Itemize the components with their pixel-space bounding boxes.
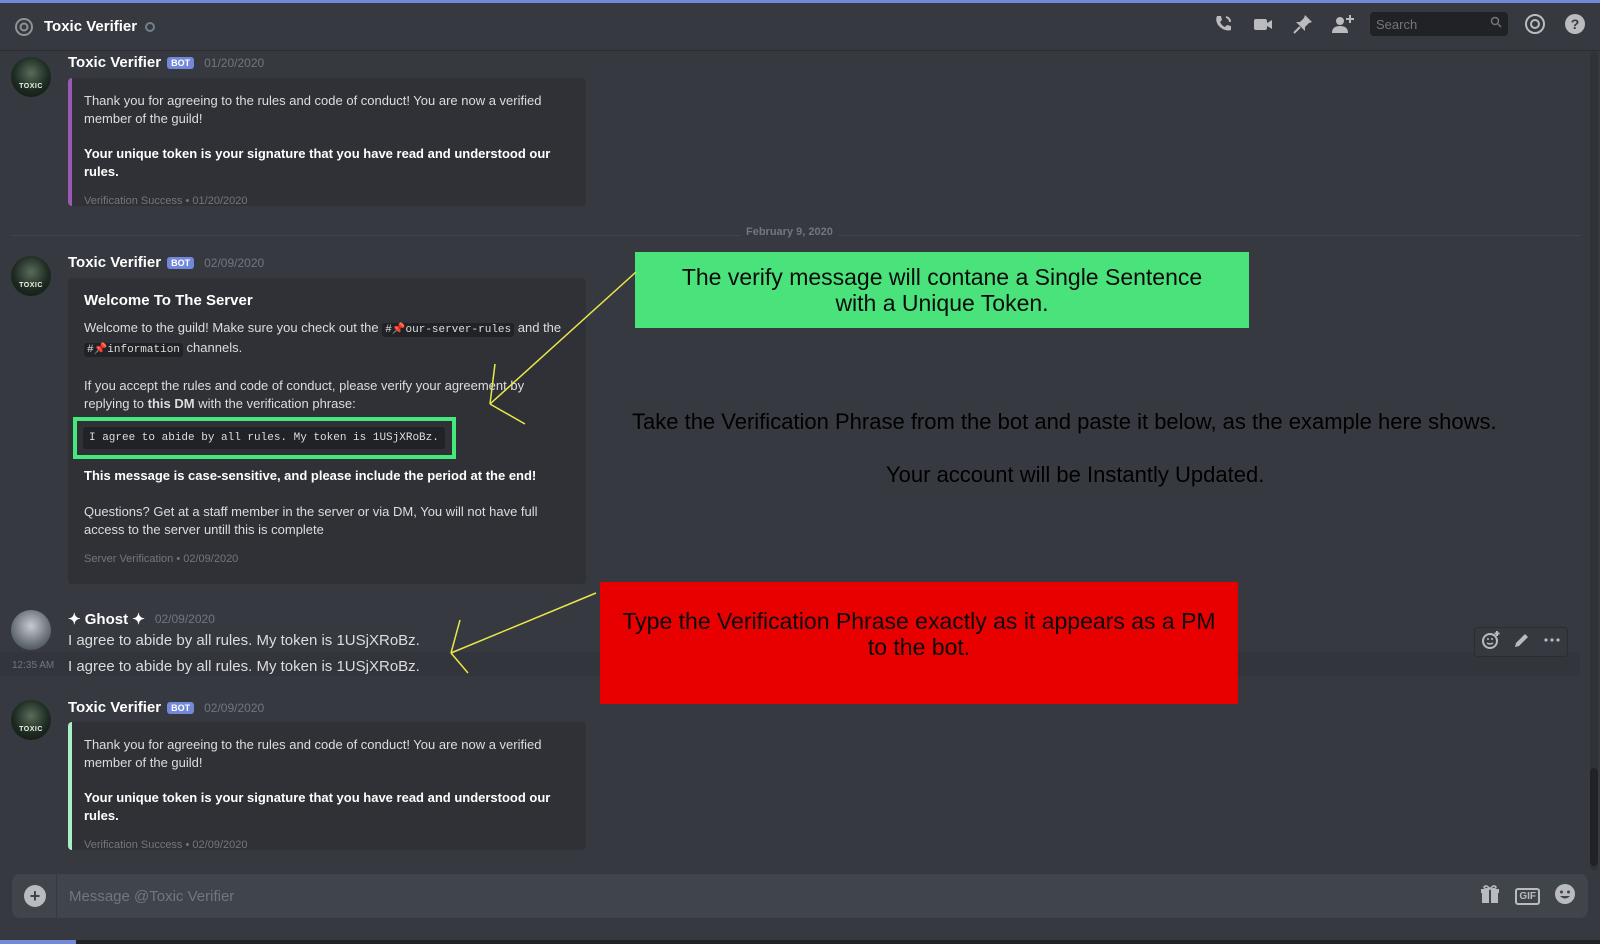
bot-badge: BOT xyxy=(167,256,195,269)
video-icon[interactable] xyxy=(1250,11,1276,37)
annotation-instruction: Take the Verification Phrase from the bo… xyxy=(632,409,1497,434)
pin-icon[interactable] xyxy=(1290,11,1316,37)
embed-verification-success: Thank you for agreeing to the rules and … xyxy=(68,78,586,207)
add-reaction-icon[interactable] xyxy=(1481,630,1501,655)
annotation-green-box: The verify message will contane a Single… xyxy=(635,252,1249,328)
channel-title: Toxic Verifier xyxy=(44,18,138,35)
timestamp: 02/09/2020 xyxy=(204,700,265,715)
username[interactable]: Toxic Verifier xyxy=(68,254,161,271)
mention-icon[interactable] xyxy=(1522,11,1548,37)
embed-footer: Server Verification • 02/09/2020 xyxy=(84,553,239,565)
scrollbar-thumb[interactable] xyxy=(1590,768,1598,866)
gift-icon[interactable] xyxy=(1479,883,1501,910)
message-composer: + GIF xyxy=(12,874,1588,918)
header-toolbar: ? xyxy=(1210,11,1588,37)
bottom-strip xyxy=(0,940,1600,944)
highlighted-phrase-box: I agree to abide by all rules. My token … xyxy=(73,417,456,459)
composer-actions: GIF xyxy=(1479,883,1576,910)
embed-case-note: This message is case-sensitive, and plea… xyxy=(84,468,537,483)
embed-verification-success: Thank you for agreeing to the rules and … xyxy=(68,722,586,851)
bot-avatar[interactable]: TOXIC xyxy=(11,57,51,97)
upload-plus-icon[interactable]: + xyxy=(24,885,46,907)
timestamp: 02/09/2020 xyxy=(204,255,265,270)
svg-text:?: ? xyxy=(1571,16,1580,32)
bottom-tab-indicator xyxy=(0,940,76,944)
timestamp: 02/09/2020 xyxy=(154,612,215,626)
message-text: I agree to abide by all rules. My token … xyxy=(68,632,420,649)
username[interactable]: Toxic Verifier xyxy=(68,54,161,71)
composer-divider xyxy=(56,874,57,918)
embed-line-channels: Welcome to the guild! Make sure you chec… xyxy=(84,320,562,357)
embed-body: Thank you for agreeing to the rules and … xyxy=(84,737,542,770)
channel-mention[interactable]: #📌information xyxy=(84,343,183,357)
embed-bold-text: Your unique token is your signature that… xyxy=(84,790,551,823)
search-icon xyxy=(1490,15,1502,33)
message-input[interactable] xyxy=(69,887,1480,905)
message-header: Toxic Verifier BOT 02/09/2020 xyxy=(68,254,264,271)
embed-bold-text: Your unique token is your signature that… xyxy=(84,146,551,179)
channel-header: Toxic Verifier ? xyxy=(0,3,1600,51)
embed-footer: Verification Success • 01/20/2020 xyxy=(84,195,248,207)
username[interactable]: Toxic Verifier xyxy=(68,699,161,716)
gif-button[interactable]: GIF xyxy=(1515,887,1540,905)
add-friend-icon[interactable] xyxy=(1330,11,1356,37)
scrollbar-track[interactable] xyxy=(1590,52,1598,870)
message-header: Toxic Verifier BOT 02/09/2020 xyxy=(68,699,264,716)
at-icon xyxy=(12,15,36,39)
timestamp: 01/20/2020 xyxy=(204,55,265,70)
embed-body: Thank you for agreeing to the rules and … xyxy=(84,93,542,126)
bot-avatar[interactable]: TOXIC xyxy=(11,256,51,296)
message-header: ✦ Ghost ✦ 02/09/2020 xyxy=(68,610,215,628)
embed-line-instructions: If you accept the rules and code of cond… xyxy=(84,378,525,411)
edit-icon[interactable] xyxy=(1513,631,1531,654)
user-avatar[interactable] xyxy=(11,610,51,650)
message-actions xyxy=(1474,627,1568,657)
help-icon[interactable]: ? xyxy=(1562,11,1588,37)
message-text: I agree to abide by all rules. My token … xyxy=(68,658,420,675)
emoji-icon[interactable] xyxy=(1554,883,1576,910)
call-icon[interactable] xyxy=(1210,11,1236,37)
hover-timestamp: 12:35 AM xyxy=(12,660,55,671)
annotation-instruction: Your account will be Instantly Updated. xyxy=(886,462,1265,487)
channel-mention[interactable]: #📌our-server-rules xyxy=(382,323,515,337)
status-icon xyxy=(145,21,156,32)
annotation-red-box: Type the Verification Phrase exactly as … xyxy=(600,582,1238,704)
verification-phrase-code: I agree to abide by all rules. My token … xyxy=(83,427,445,449)
bot-badge: BOT xyxy=(167,56,195,69)
message-header: Toxic Verifier BOT 01/20/2020 xyxy=(68,54,264,71)
search-input[interactable] xyxy=(1376,16,1486,32)
embed-title: Welcome To The Server xyxy=(84,292,253,309)
bot-avatar[interactable]: TOXIC xyxy=(11,700,51,740)
embed-footer: Verification Success • 02/09/2020 xyxy=(84,839,248,851)
username[interactable]: ✦ Ghost ✦ xyxy=(68,610,145,628)
embed-questions: Questions? Get at a staff member in the … xyxy=(84,504,538,537)
search-bar[interactable] xyxy=(1370,12,1508,36)
bot-badge: BOT xyxy=(167,701,195,714)
date-divider-label: February 9, 2020 xyxy=(740,226,839,238)
more-icon[interactable] xyxy=(1543,631,1561,654)
